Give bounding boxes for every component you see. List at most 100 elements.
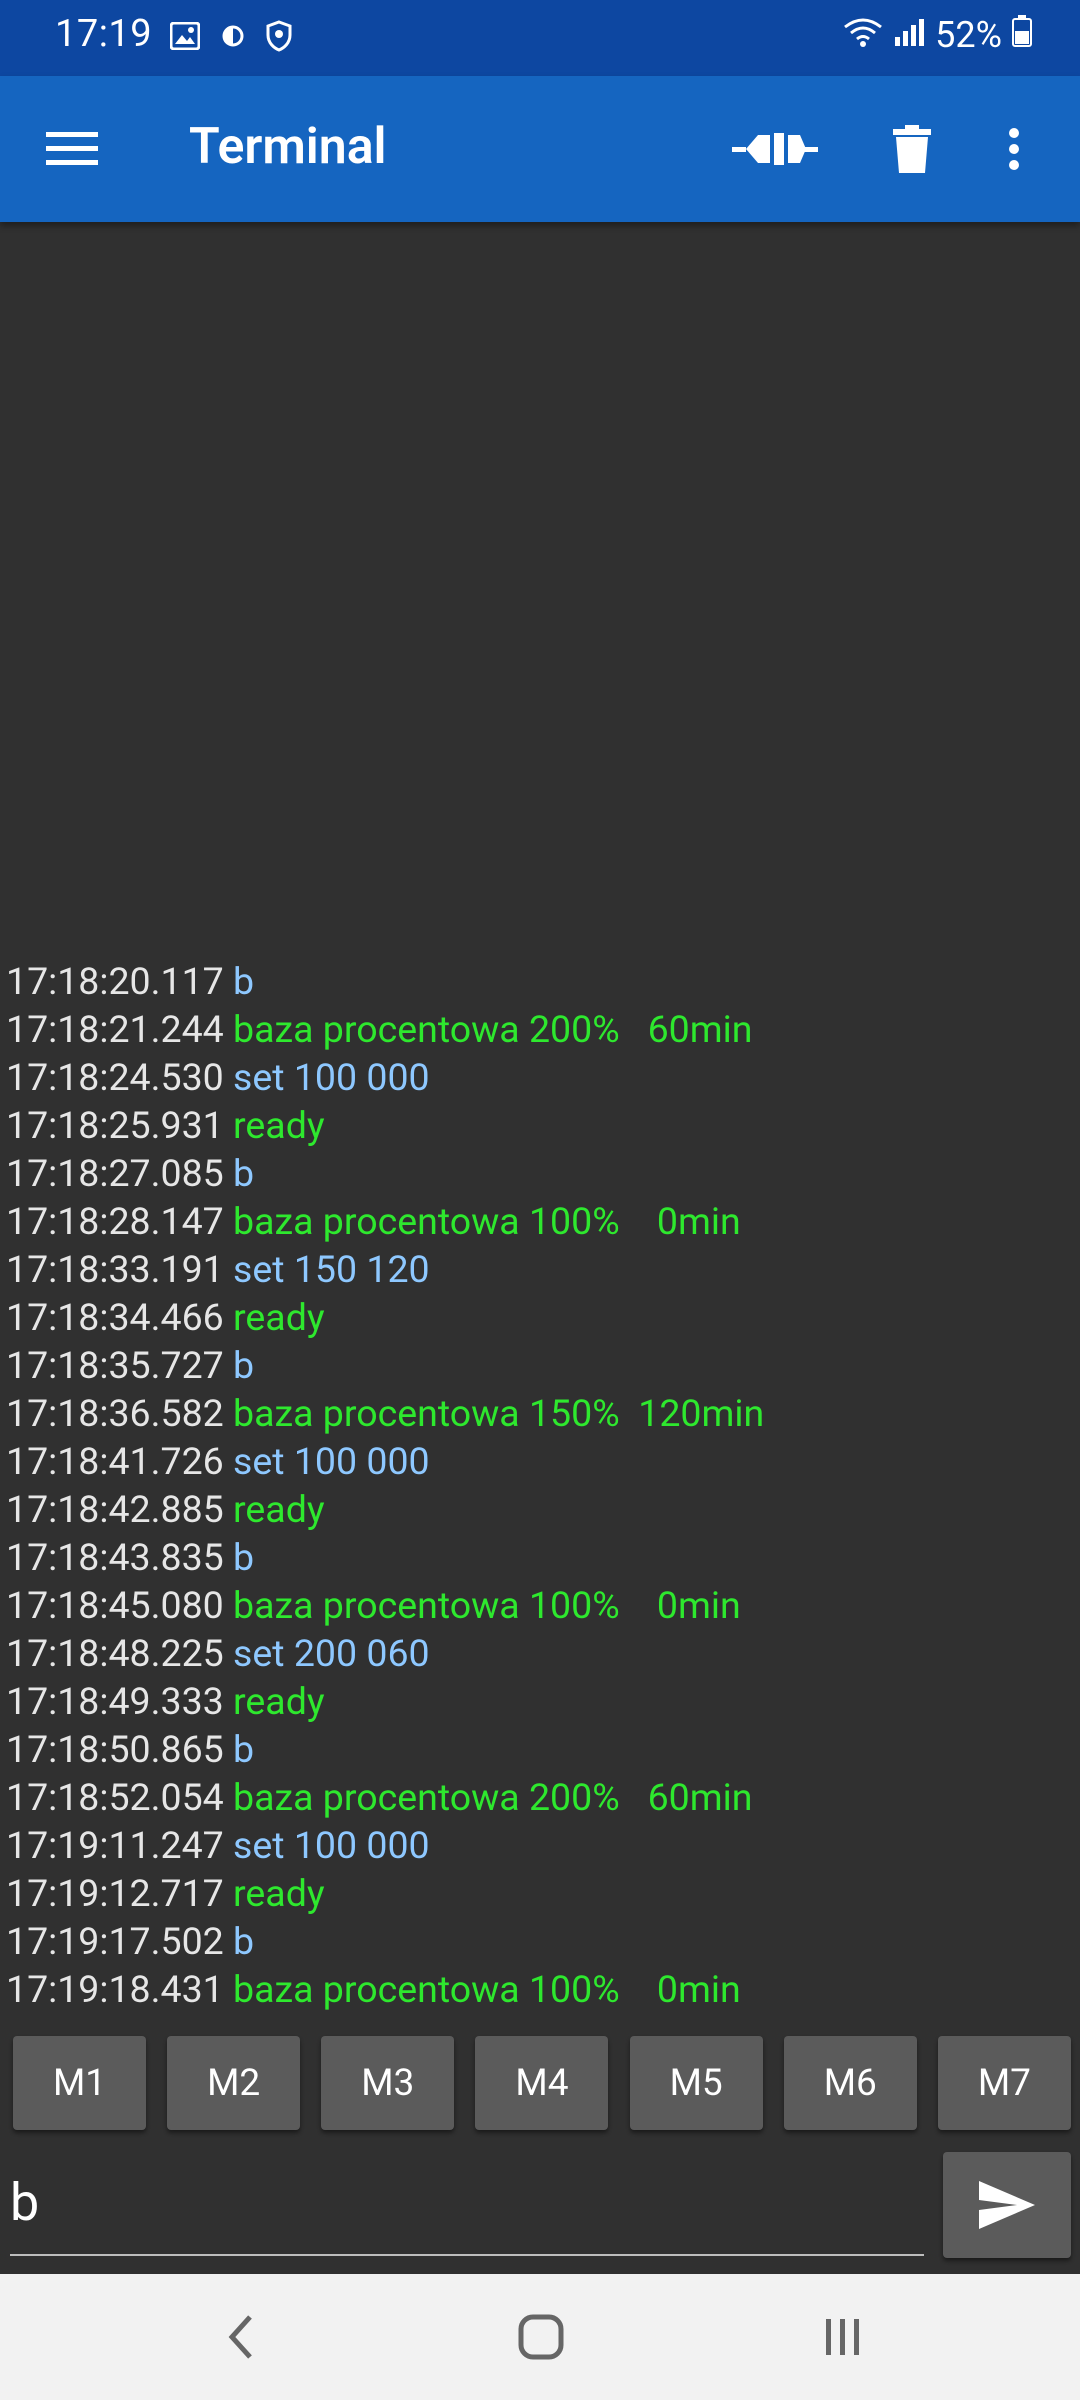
battery-text: 52% <box>935 14 1002 56</box>
log-line: 17:18:21.244 baza procentowa 200% 60min <box>6 1006 1076 1054</box>
log-timestamp: 17:18:36.582 <box>6 1392 224 1436</box>
log-timestamp: 17:18:35.727 <box>6 1344 224 1388</box>
log-sent-text: b <box>233 1536 255 1580</box>
macro-button-m1[interactable]: M1 <box>13 2036 146 2130</box>
status-notification-icons <box>169 20 292 56</box>
log-timestamp: 17:18:20.117 <box>6 960 224 1004</box>
log-timestamp: 17:18:50.865 <box>6 1728 224 1772</box>
log-line: 17:19:18.431 baza procentowa 100% 0min <box>6 1966 1076 2014</box>
log-timestamp: 17:19:18.431 <box>6 1968 224 2012</box>
log-timestamp: 17:18:49.333 <box>6 1680 224 1724</box>
log-line: 17:18:20.117 b <box>6 958 1076 1006</box>
send-button[interactable] <box>943 2152 1071 2258</box>
log-received-text: baza procentowa 200% 60min <box>233 1008 753 1052</box>
log-line: 17:18:24.530 set 100 000 <box>6 1054 1076 1102</box>
system-nav-bar <box>0 2274 1080 2400</box>
shield-icon <box>266 20 292 56</box>
status-time: 17:19 <box>55 12 153 56</box>
macro-button-m2[interactable]: M2 <box>167 2036 301 2130</box>
log-line: 17:18:34.466 ready <box>6 1294 1076 1342</box>
log-received-text: baza procentowa 200% 60min <box>233 1776 753 1820</box>
log-sent-text: b <box>233 1152 255 1196</box>
log-line: 17:18:27.085 b <box>6 1150 1076 1198</box>
send-icon <box>979 2181 1035 2229</box>
log-line: 17:18:49.333 ready <box>6 1678 1076 1726</box>
status-system-icons: 52% <box>843 14 1032 56</box>
macro-button-bar: M1 M2 M3 M4 M5 M6 M7 <box>13 2036 1071 2132</box>
log-received-text: baza procentowa 150% 120min <box>233 1392 765 1436</box>
more-options-button[interactable] <box>984 106 1044 192</box>
macro-button-m3[interactable]: M3 <box>321 2036 455 2130</box>
page-title: Terminal <box>189 118 387 176</box>
log-received-text: baza procentowa 100% 0min <box>233 1584 741 1628</box>
macro-button-m6[interactable]: M6 <box>783 2036 917 2130</box>
log-line: 17:18:41.726 set 100 000 <box>6 1438 1076 1486</box>
app-bar: Terminal <box>0 76 1080 222</box>
wifi-icon <box>843 14 883 56</box>
nav-home-button[interactable] <box>508 2304 574 2370</box>
log-timestamp: 17:18:24.530 <box>6 1056 224 1100</box>
macro-button-m4[interactable]: M4 <box>475 2036 609 2130</box>
log-line: 17:18:28.147 baza procentowa 100% 0min <box>6 1198 1076 1246</box>
log-timestamp: 17:18:52.054 <box>6 1776 224 1820</box>
terminal-output[interactable]: 17:18:20.117 b 17:18:21.244 baza procento… <box>0 222 1080 2014</box>
nav-recent-apps-button[interactable] <box>810 2304 876 2370</box>
connect-icon <box>732 133 818 165</box>
log-received-text: ready <box>233 1296 325 1340</box>
log-line: 17:18:45.080 baza procentowa 100% 0min <box>6 1582 1076 1630</box>
log-line: 17:18:33.191 set 150 120 <box>6 1246 1076 1294</box>
connect-button[interactable] <box>720 106 830 192</box>
signal-icon <box>893 14 925 56</box>
log-line: 17:18:52.054 baza procentowa 200% 60min <box>6 1774 1076 1822</box>
clear-button[interactable] <box>870 106 954 192</box>
log-received-text: ready <box>233 1680 325 1724</box>
log-line: 17:19:12.717 ready <box>6 1870 1076 1918</box>
trash-icon <box>893 125 931 173</box>
log-received-text: ready <box>233 1488 325 1532</box>
more-vert-icon <box>1009 128 1019 170</box>
log-timestamp: 17:18:45.080 <box>6 1584 224 1628</box>
log-received-text: baza procentowa 100% 0min <box>233 1968 741 2012</box>
home-icon <box>518 2314 564 2360</box>
log-timestamp: 17:19:12.717 <box>6 1872 224 1916</box>
log-line: 17:18:50.865 b <box>6 1726 1076 1774</box>
macro-button-m5[interactable]: M5 <box>629 2036 763 2130</box>
macro-button-m7[interactable]: M7 <box>937 2036 1071 2130</box>
back-icon <box>228 2315 252 2359</box>
log-timestamp: 17:18:43.835 <box>6 1536 224 1580</box>
log-line: 17:18:48.225 set 200 060 <box>6 1630 1076 1678</box>
data-saver-icon <box>222 23 244 53</box>
log-line: 17:18:25.931 ready <box>6 1102 1076 1150</box>
log-sent-text: set 100 000 <box>233 1440 430 1484</box>
log-line: 17:18:36.582 baza procentowa 150% 120min <box>6 1390 1076 1438</box>
log-sent-text: set 150 120 <box>233 1248 430 1292</box>
hamburger-menu-icon <box>46 132 98 165</box>
log-timestamp: 17:18:21.244 <box>6 1008 224 1052</box>
log-received-text: baza procentowa 100% 0min <box>233 1200 741 1244</box>
log-sent-text: b <box>233 960 255 1004</box>
log-received-text: ready <box>233 1872 325 1916</box>
log-sent-text: set 100 000 <box>233 1056 430 1100</box>
command-input[interactable]: b <box>10 2168 924 2256</box>
terminal-log: 17:18:20.117 b 17:18:21.244 baza procento… <box>6 958 1076 2014</box>
log-sent-text: b <box>233 1344 255 1388</box>
menu-button[interactable] <box>30 111 114 187</box>
log-received-text: ready <box>233 1104 325 1148</box>
log-line: 17:18:42.885 ready <box>6 1486 1076 1534</box>
log-timestamp: 17:18:42.885 <box>6 1488 224 1532</box>
log-sent-text: set 100 000 <box>233 1824 430 1868</box>
log-timestamp: 17:18:27.085 <box>6 1152 224 1196</box>
log-timestamp: 17:19:11.247 <box>6 1824 224 1868</box>
log-line: 17:18:43.835 b <box>6 1534 1076 1582</box>
nav-back-button[interactable] <box>210 2304 270 2370</box>
command-input-value: b <box>10 2172 40 2233</box>
status-bar: 17:19 52% <box>0 0 1080 76</box>
image-icon <box>169 21 201 54</box>
log-sent-text: set 200 060 <box>233 1632 430 1676</box>
log-timestamp: 17:18:48.225 <box>6 1632 224 1676</box>
log-timestamp: 17:18:33.191 <box>6 1248 224 1292</box>
log-sent-text: b <box>233 1728 255 1772</box>
log-timestamp: 17:18:25.931 <box>6 1104 224 1148</box>
log-timestamp: 17:18:41.726 <box>6 1440 224 1484</box>
log-line: 17:18:35.727 b <box>6 1342 1076 1390</box>
